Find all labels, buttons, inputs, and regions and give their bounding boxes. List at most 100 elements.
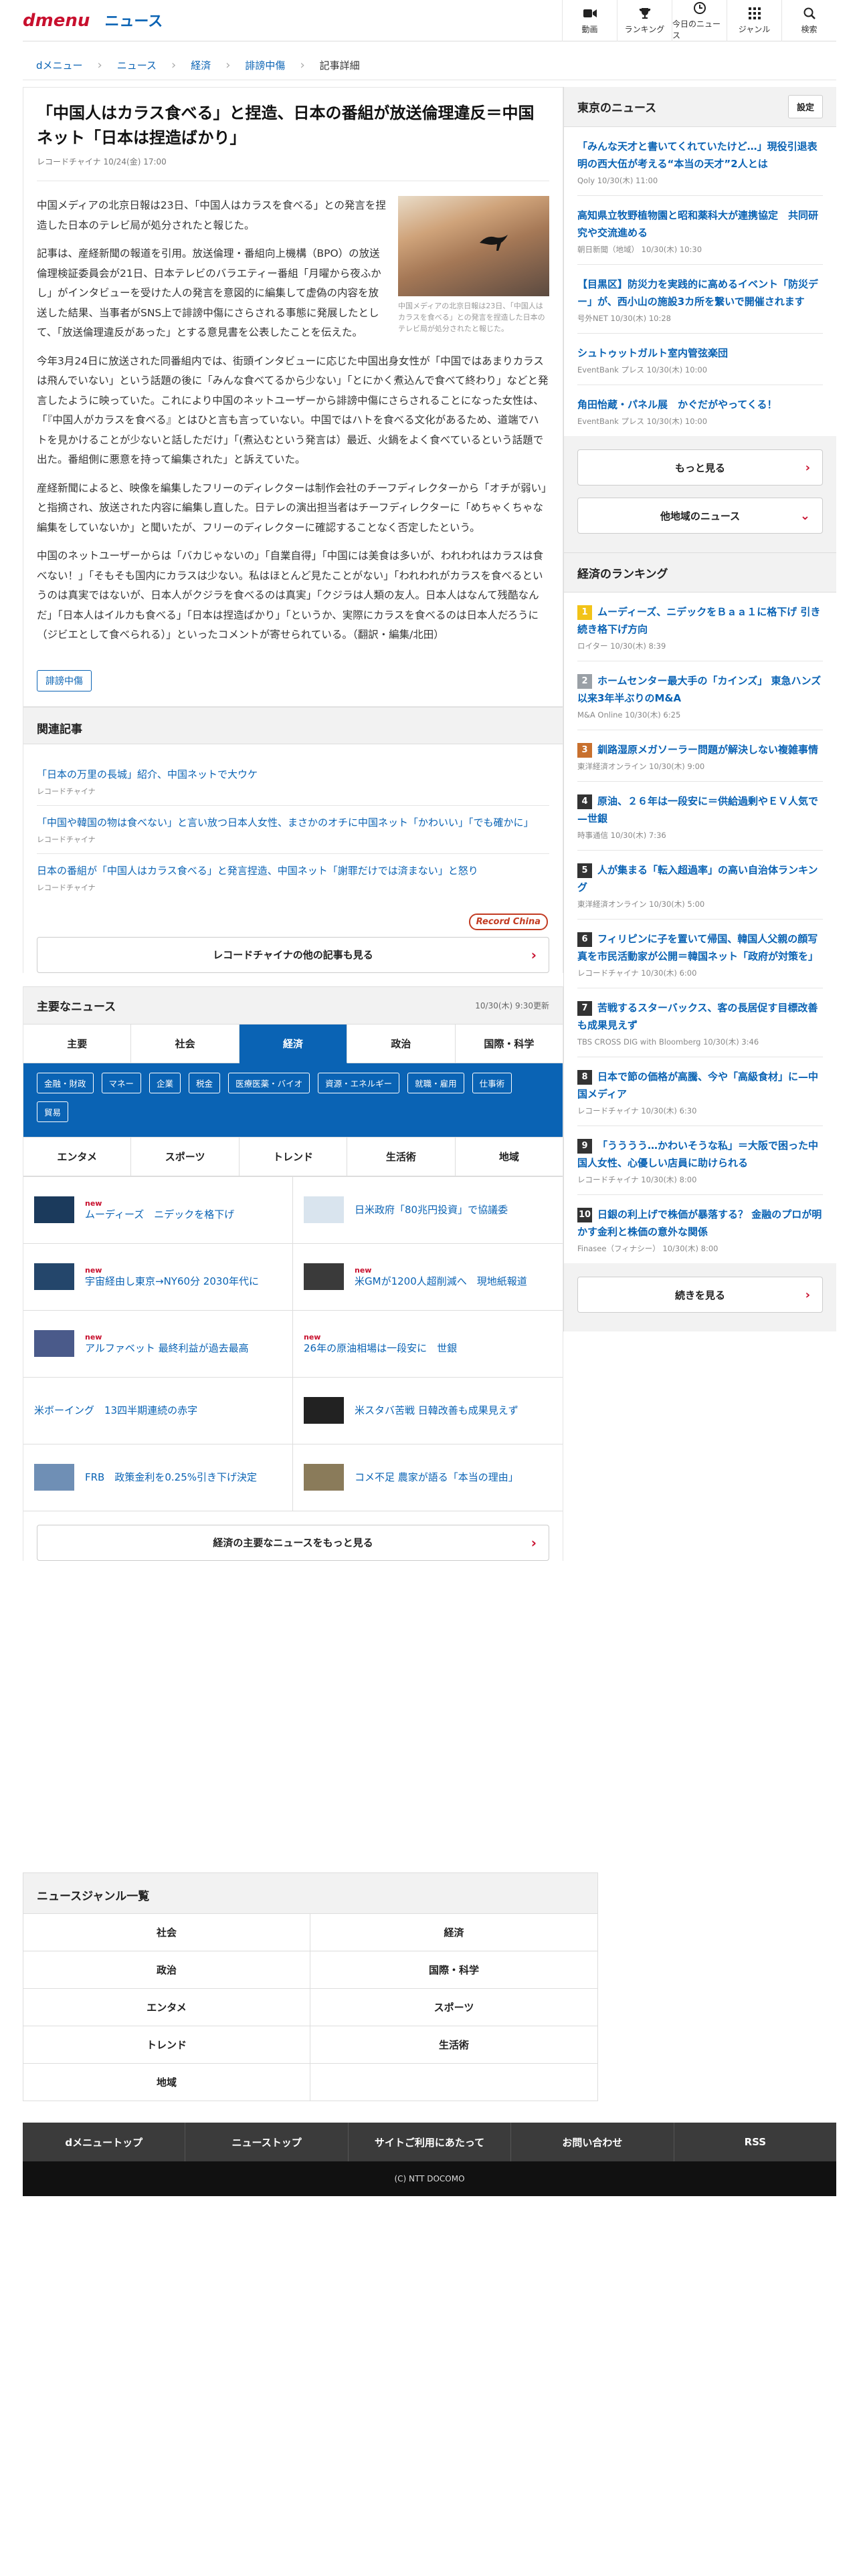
tokyo-news-item[interactable]: 角田怡蔵・パネル展 かぐだがやってくる！ EventBank プレス 10/30(… [577, 385, 823, 436]
major-news-item[interactable]: コメ不足 農家が語る「本当の理由」 [293, 1444, 563, 1511]
tokyo-news-title[interactable]: 角田怡蔵・パネル展 かぐだがやってくる！ [577, 396, 823, 413]
major-news-title[interactable]: 26年の原油相場は一段安に 世銀 [304, 1341, 457, 1355]
related-item[interactable]: 「日本の万里の長城」紹介、中国ネットで大ウケ レコードチャイナ [37, 758, 549, 806]
major-news-title[interactable]: コメ不足 農家が語る「本当の理由」 [355, 1471, 518, 1484]
related-title[interactable]: 「中国や韓国の物は食べない」と言い放つ日本人女性、まさかのオチに中国ネット「かわ… [37, 815, 549, 831]
nav-ranking[interactable]: ランキング [617, 0, 672, 41]
related-title[interactable]: 「日本の万里の長城」紹介、中国ネットで大ウケ [37, 767, 549, 782]
ranking-title[interactable]: 1 ムーディーズ、ニデックをＢａａ１に格下げ 引き続き格下げ方向 [577, 603, 823, 638]
tab-society[interactable]: 社会 [131, 1024, 240, 1063]
news-thumbnail[interactable] [34, 1330, 74, 1357]
ranking-item[interactable]: 1 ムーディーズ、ニデックをＢａａ１に格下げ 引き続き格下げ方向 ロイター 10/3… [577, 593, 823, 661]
footer-dmenu-top[interactable]: dメニュートップ [23, 2123, 186, 2161]
footer-contact[interactable]: お問い合わせ [511, 2123, 674, 2161]
footer-rss[interactable]: RSS [674, 2123, 836, 2161]
ranking-title-text[interactable]: ムーディーズ、ニデックをＢａａ１に格下げ 引き続き格下げ方向 [577, 606, 820, 635]
ranking-item[interactable]: 10 日銀の利上げで株価が暴落する？ 金融のプロが明かす金利と株価の意外な関係 Fi… [577, 1195, 823, 1263]
ranking-more-button[interactable]: 続きを見る › [577, 1277, 823, 1313]
major-news-title[interactable]: 日米政府「80兆円投資」で協議委 [355, 1203, 508, 1216]
subtag[interactable]: 仕事術 [472, 1072, 512, 1093]
provider-more-button[interactable]: レコードチャイナの他の記事も見る › [37, 936, 549, 973]
major-news-item[interactable]: FRB 政策金利を0.25%引き下げ決定 [23, 1444, 293, 1511]
tab-economy[interactable]: 経済 [239, 1024, 348, 1063]
news-thumbnail[interactable] [304, 1397, 344, 1424]
site-logo[interactable]: dmenu ニュース [23, 9, 163, 31]
ranking-item[interactable]: 3 釧路湿原メガソーラー問題が解決しない複雑事情 東洋経済オンライン 10/30(木… [577, 730, 823, 782]
ranking-item[interactable]: 6 フィリピンに子を置いて帰国、韓国人父親の顔写真を市民活動家が公開＝韓国ネット「… [577, 920, 823, 988]
news-thumbnail[interactable] [34, 1464, 74, 1491]
major-news-title[interactable]: 米スタバ苦戦 日韓改善も成果見えず [355, 1404, 518, 1417]
genre-link[interactable]: 経済 [310, 1913, 597, 1951]
nav-video[interactable]: 動画 [562, 0, 617, 41]
tab-sports[interactable]: スポーツ [131, 1137, 240, 1176]
ranking-title-text[interactable]: 原油、２６年は一段安に＝供給過剰やＥＶ人気で—世銀 [577, 795, 818, 825]
ranking-title[interactable]: 7 苦戦するスターバックス、客の長居促す目標改善も成果見えず [577, 999, 823, 1034]
subtag[interactable]: 貿易 [37, 1101, 69, 1122]
article-photo[interactable] [398, 196, 549, 296]
dmenu-logo[interactable]: dmenu [23, 11, 90, 31]
major-news-item[interactable]: 日米政府「80兆円投資」で協議委 [293, 1177, 563, 1244]
breadcrumb-dmenu[interactable]: dメニュー [36, 58, 83, 72]
subtag[interactable]: マネー [101, 1072, 142, 1093]
tag-slander[interactable]: 誹謗中傷 [37, 669, 92, 691]
ranking-title-text[interactable]: 苦戦するスターバックス、客の長居促す目標改善も成果見えず [577, 1002, 818, 1031]
genre-link[interactable]: 国際・科学 [310, 1951, 597, 1988]
related-item[interactable]: 「中国や韓国の物は食べない」と言い放つ日本人女性、まさかのオチに中国ネット「かわ… [37, 806, 549, 854]
footer-news-top[interactable]: ニューストップ [185, 2123, 349, 2161]
news-thumbnail[interactable] [34, 1196, 74, 1223]
tokyo-news-title[interactable]: シュトゥットガルト室内管弦楽団 [577, 344, 823, 362]
tokyo-news-item[interactable]: シュトゥットガルト室内管弦楽団 EventBank プレス 10/30(木) 10… [577, 334, 823, 385]
ranking-title[interactable]: 4 原油、２６年は一段安に＝供給過剰やＥＶ人気で—世銀 [577, 792, 823, 827]
ranking-title[interactable]: 6 フィリピンに子を置いて帰国、韓国人父親の顔写真を市民活動家が公開＝韓国ネット「… [577, 930, 823, 965]
nav-genre[interactable]: ジャンル [727, 0, 781, 41]
tab-region[interactable]: 地域 [455, 1137, 563, 1176]
tokyo-news-item[interactable]: 「みんな天才と書いてくれていたけど…」現役引退表明の西大伍が考える“本当の天才”… [577, 127, 823, 196]
news-logo[interactable]: ニュース [104, 13, 163, 30]
news-thumbnail[interactable] [304, 1464, 344, 1491]
major-news-item[interactable]: new 米GMが1200人超削減へ 現地紙報道 [293, 1244, 563, 1311]
tab-international[interactable]: 国際・科学 [455, 1024, 563, 1063]
genre-link[interactable]: 政治 [23, 1951, 310, 1988]
ranking-item[interactable]: 2 ホームセンター最大手の「カインズ」 東急ハンズ以来3年半ぶりのM&A M&A O… [577, 661, 823, 730]
genre-link[interactable]: トレンド [23, 2026, 310, 2063]
tab-lifestyle[interactable]: 生活術 [347, 1137, 456, 1176]
ranking-title[interactable]: 2 ホームセンター最大手の「カインズ」 東急ハンズ以来3年半ぶりのM&A [577, 672, 823, 707]
record-china-logo[interactable]: Record China [468, 913, 548, 930]
tokyo-news-item[interactable]: 【目黒区】防災力を実践的に高めるイベント「防災デー」が、西小山の施設3カ所を繋い… [577, 265, 823, 334]
tokyo-news-title[interactable]: 「みんな天才と書いてくれていたけど…」現役引退表明の西大伍が考える“本当の天才”… [577, 138, 823, 173]
tab-main[interactable]: 主要 [23, 1024, 132, 1063]
subtag[interactable]: 資源・エネルギー [318, 1072, 400, 1093]
tokyo-more-button[interactable]: もっと見る › [577, 449, 823, 486]
major-news-item[interactable]: new ムーディーズ ニデックを格下げ [23, 1176, 293, 1244]
ranking-title-text[interactable]: 人が集まる「転入超過率」の高い自治体ランキング [577, 864, 818, 893]
ranking-title-text[interactable]: 「うううう…かわいそうな私」＝大阪で困った中国人女性、心優しい店員に助けられる [577, 1140, 818, 1169]
subtag[interactable]: 企業 [149, 1072, 181, 1093]
major-news-title[interactable]: 宇宙経由し東京→NY60分 2030年代に [85, 1275, 259, 1288]
major-news-item[interactable]: new 宇宙経由し東京→NY60分 2030年代に [23, 1243, 293, 1311]
major-news-title[interactable]: FRB 政策金利を0.25%引き下げ決定 [85, 1471, 257, 1484]
ranking-item[interactable]: 8 日本で節の価格が高騰、今や「高級食材」に—中国メディア レコードチャイナ 10/… [577, 1057, 823, 1126]
major-news-item[interactable]: new 26年の原油相場は一段安に 世銀 [293, 1311, 563, 1378]
subtag[interactable]: 金融・財政 [37, 1072, 94, 1093]
ranking-item[interactable]: 4 原油、２６年は一段安に＝供給過剰やＥＶ人気で—世銀 時事通信 10/30(木) … [577, 782, 823, 851]
ranking-title[interactable]: 10 日銀の利上げで株価が暴落する？ 金融のプロが明かす金利と株価の意外な関係 [577, 1206, 823, 1241]
subtag[interactable]: 就職・雇用 [407, 1072, 464, 1093]
ranking-title[interactable]: 5 人が集まる「転入超過率」の高い自治体ランキング [577, 861, 823, 896]
tokyo-news-title[interactable]: 高知県立牧野植物園と昭和薬科大が連携協定 共同研究や交流進める [577, 207, 823, 241]
ranking-title[interactable]: 8 日本で節の価格が高騰、今や「高級食材」に—中国メディア [577, 1068, 823, 1103]
ranking-title[interactable]: 9 「うううう…かわいそうな私」＝大阪で困った中国人女性、心優しい店員に助けられる [577, 1137, 823, 1172]
major-news-title[interactable]: 米ボーイング 13四半期連続の赤字 [34, 1404, 197, 1417]
ranking-title-text[interactable]: 釧路湿原メガソーラー問題が解決しない複雑事情 [597, 744, 818, 756]
major-news-title[interactable]: アルファベット 最終利益が過去最高 [85, 1341, 249, 1355]
breadcrumb-slander[interactable]: 誹謗中傷 [245, 58, 285, 72]
footer-terms[interactable]: サイトご利用にあたって [349, 2123, 512, 2161]
tokyo-news-item[interactable]: 高知県立牧野植物園と昭和薬科大が連携協定 共同研究や交流進める 朝日新聞（地域） … [577, 196, 823, 265]
tokyo-news-title[interactable]: 【目黒区】防災力を実践的に高めるイベント「防災デー」が、西小山の施設3カ所を繋い… [577, 276, 823, 310]
major-news-item[interactable]: 米スタバ苦戦 日韓改善も成果見えず [293, 1378, 563, 1444]
news-thumbnail[interactable] [34, 1263, 74, 1290]
genre-link[interactable]: スポーツ [310, 1988, 597, 2026]
ranking-item[interactable]: 5 人が集まる「転入超過率」の高い自治体ランキング 東洋経済オンライン 10/30(… [577, 851, 823, 920]
genre-link[interactable]: 地域 [23, 2063, 310, 2101]
major-news-item[interactable]: new アルファベット 最終利益が過去最高 [23, 1310, 293, 1378]
news-thumbnail[interactable] [304, 1196, 344, 1223]
